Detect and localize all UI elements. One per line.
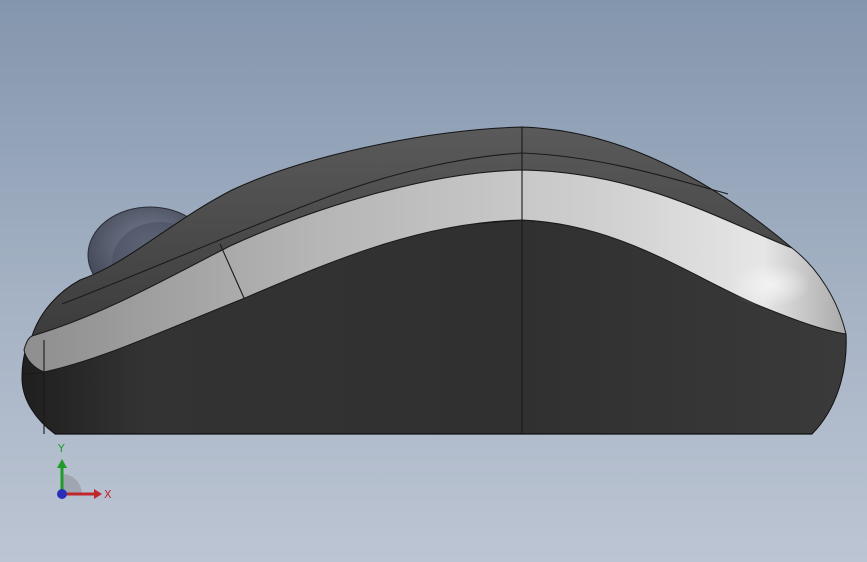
x-axis-label: X xyxy=(104,488,112,501)
orientation-triad[interactable]: Y X xyxy=(44,438,124,510)
z-axis-dot-icon xyxy=(57,489,67,499)
y-axis-label: Y xyxy=(57,442,65,455)
3d-viewport[interactable]: Y X xyxy=(0,0,867,562)
x-axis-arrowhead-icon xyxy=(94,489,102,499)
band-highlight xyxy=(730,263,810,307)
mouse-model[interactable] xyxy=(0,0,867,562)
y-axis-arrowhead-icon xyxy=(57,459,67,468)
